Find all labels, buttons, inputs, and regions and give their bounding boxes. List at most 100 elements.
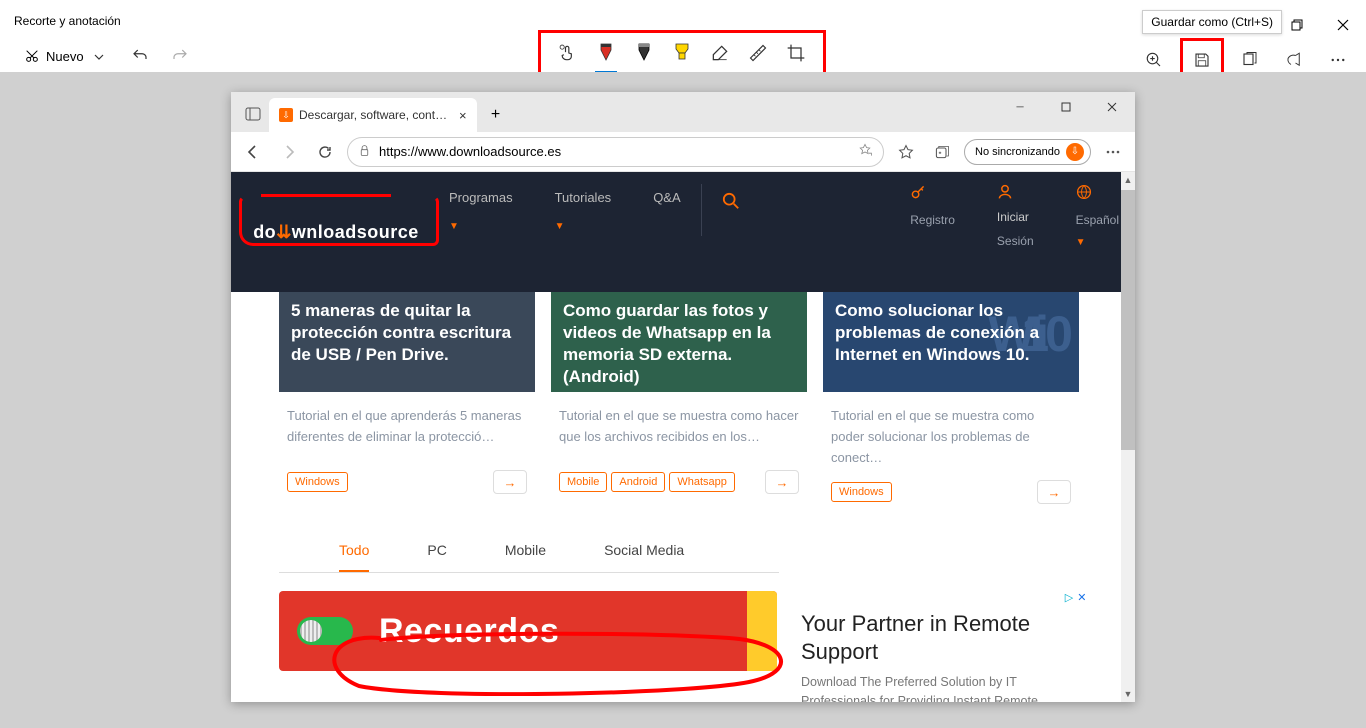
ad-title: Your Partner in Remote Support bbox=[801, 610, 1087, 665]
avatar-icon: ⇩ bbox=[1066, 143, 1084, 161]
edge-close[interactable] bbox=[1089, 92, 1135, 122]
card-2-desc: Tutorial en el que se muestra como hacer… bbox=[551, 392, 807, 470]
nav-tutorials[interactable]: Tutoriales ▼ bbox=[555, 190, 612, 232]
card-3-arrow[interactable]: → bbox=[1037, 480, 1071, 504]
forward-button[interactable] bbox=[275, 138, 303, 166]
sync-label: No sincronizando bbox=[975, 146, 1060, 158]
card-1-image: 5 maneras de quitar la protección contra… bbox=[279, 292, 535, 392]
refresh-icon bbox=[317, 144, 333, 160]
promo-stripe bbox=[747, 591, 777, 671]
refresh-button[interactable] bbox=[311, 138, 339, 166]
window-controls bbox=[1274, 10, 1366, 40]
chevron-down-icon: ▼ bbox=[555, 221, 612, 232]
site-header: do⇊wnloadsource Programas ▼ Tutoriales ▼ bbox=[231, 172, 1135, 292]
filter-mobile[interactable]: Mobile bbox=[505, 542, 546, 572]
card-1-desc: Tutorial en el que aprenderás 5 maneras … bbox=[279, 392, 535, 470]
reader-icon[interactable] bbox=[857, 142, 873, 161]
card-2-image: Como guardar las fotos y videos de Whats… bbox=[551, 292, 807, 392]
lock-icon bbox=[358, 144, 371, 160]
scroll-thumb[interactable] bbox=[1121, 190, 1135, 450]
new-chevron[interactable] bbox=[88, 46, 110, 68]
favorites-button[interactable] bbox=[892, 138, 920, 166]
tab-title: Descargar, software, controlador bbox=[299, 108, 449, 122]
tag-mobile[interactable]: Mobile bbox=[559, 472, 607, 492]
search-icon bbox=[722, 192, 740, 210]
tag-windows[interactable]: Windows bbox=[831, 482, 892, 502]
scroll-up-icon[interactable]: ▲ bbox=[1121, 172, 1135, 188]
promo-banner[interactable]: Recuerdos bbox=[279, 591, 777, 671]
tab-close-icon[interactable]: × bbox=[459, 108, 467, 123]
ruler-tool[interactable] bbox=[743, 39, 773, 67]
collections-button[interactable] bbox=[928, 138, 956, 166]
nav-qa[interactable]: Q&A bbox=[653, 190, 680, 205]
crop-tool[interactable] bbox=[781, 39, 811, 67]
tag-whatsapp[interactable]: Whatsapp bbox=[669, 472, 735, 492]
nav-divider bbox=[701, 184, 702, 236]
card-3[interactable]: Como solucionar los problemas de conexió… bbox=[823, 292, 1079, 504]
touch-writing-tool[interactable] bbox=[553, 39, 583, 67]
site-search-button[interactable] bbox=[722, 192, 740, 292]
tag-android[interactable]: Android bbox=[611, 472, 665, 492]
chevron-down-icon bbox=[93, 51, 105, 63]
close-button[interactable] bbox=[1320, 10, 1366, 40]
lower-section: Recuerdos ▷ ✕ Your Partner in Remote Sup… bbox=[231, 581, 1135, 702]
ballpoint-pen-tool[interactable] bbox=[591, 39, 621, 67]
filter-pc[interactable]: PC bbox=[427, 542, 446, 572]
ad-block[interactable]: ▷ ✕ Your Partner in Remote Support Downl… bbox=[801, 591, 1087, 702]
vertical-tabs-button[interactable] bbox=[237, 98, 269, 130]
crop-icon bbox=[786, 43, 806, 63]
browser-tab[interactable]: ⇩ Descargar, software, controlador × bbox=[269, 98, 477, 132]
nav-login[interactable]: Iniciar Sesión bbox=[997, 184, 1034, 248]
edge-maximize[interactable] bbox=[1043, 92, 1089, 122]
card-1-arrow[interactable]: → bbox=[493, 470, 527, 494]
annotation-toolbar bbox=[538, 30, 826, 76]
card-2[interactable]: Como guardar las fotos y videos de Whats… bbox=[551, 292, 807, 504]
edge-window-controls: ─ bbox=[997, 92, 1135, 122]
site-logo[interactable]: do⇊wnloadsource bbox=[231, 172, 441, 292]
page-scrollbar[interactable]: ▲ ▼ bbox=[1121, 172, 1135, 702]
forward-icon bbox=[281, 144, 297, 160]
card-1[interactable]: 5 maneras de quitar la protección contra… bbox=[279, 292, 535, 504]
edge-menu-button[interactable] bbox=[1099, 138, 1127, 166]
globe-icon bbox=[1076, 184, 1119, 203]
card-3-title: Como solucionar los problemas de conexió… bbox=[835, 301, 1039, 364]
nav-language[interactable]: Español ▼ bbox=[1076, 184, 1119, 248]
article-cards: 5 maneras de quitar la protección contra… bbox=[231, 292, 1135, 504]
card-2-arrow[interactable]: → bbox=[765, 470, 799, 494]
register-label: Registro bbox=[910, 213, 955, 227]
nav-programs-label: Programas bbox=[449, 190, 513, 205]
save-icon bbox=[1193, 51, 1211, 69]
edge-address-bar: https://www.downloadsource.es No sincron… bbox=[231, 132, 1135, 172]
restore-icon bbox=[1291, 19, 1303, 31]
highlighter-tool[interactable] bbox=[667, 39, 697, 67]
eraser-icon bbox=[710, 43, 730, 63]
pencil-tool[interactable] bbox=[629, 39, 659, 67]
back-button[interactable] bbox=[239, 138, 267, 166]
pencil-icon bbox=[635, 42, 653, 64]
tag-windows[interactable]: Windows bbox=[287, 472, 348, 492]
nav-programs[interactable]: Programas ▼ bbox=[449, 190, 513, 232]
edge-minimize[interactable]: ─ bbox=[997, 92, 1043, 122]
scroll-down-icon[interactable]: ▼ bbox=[1121, 686, 1135, 702]
zoom-icon bbox=[1145, 51, 1163, 69]
new-tab-button[interactable]: + bbox=[481, 100, 511, 130]
url-input[interactable]: https://www.downloadsource.es bbox=[347, 137, 884, 167]
filter-social[interactable]: Social Media bbox=[604, 542, 684, 572]
logo-part2: wnload bbox=[292, 222, 357, 242]
copy-icon bbox=[1241, 51, 1259, 69]
ruler-icon bbox=[748, 43, 768, 63]
redo-button[interactable] bbox=[166, 42, 194, 70]
filter-all[interactable]: Todo bbox=[339, 542, 369, 572]
eraser-tool[interactable] bbox=[705, 39, 735, 67]
key-icon bbox=[910, 184, 955, 203]
maximize-icon bbox=[1061, 102, 1071, 112]
save-tooltip: Guardar como (Ctrl+S) bbox=[1142, 10, 1282, 34]
nav-register[interactable]: Registro bbox=[910, 184, 955, 248]
profile-sync-chip[interactable]: No sincronizando ⇩ bbox=[964, 139, 1091, 165]
undo-button[interactable] bbox=[126, 42, 154, 70]
restore-button[interactable] bbox=[1274, 10, 1320, 40]
adchoices-badge[interactable]: ▷ ✕ bbox=[801, 591, 1087, 604]
card-3-desc: Tutorial en el que se muestra como poder… bbox=[823, 392, 1079, 480]
favicon-icon: ⇩ bbox=[279, 108, 293, 122]
new-button[interactable]: Nuevo bbox=[14, 42, 94, 70]
